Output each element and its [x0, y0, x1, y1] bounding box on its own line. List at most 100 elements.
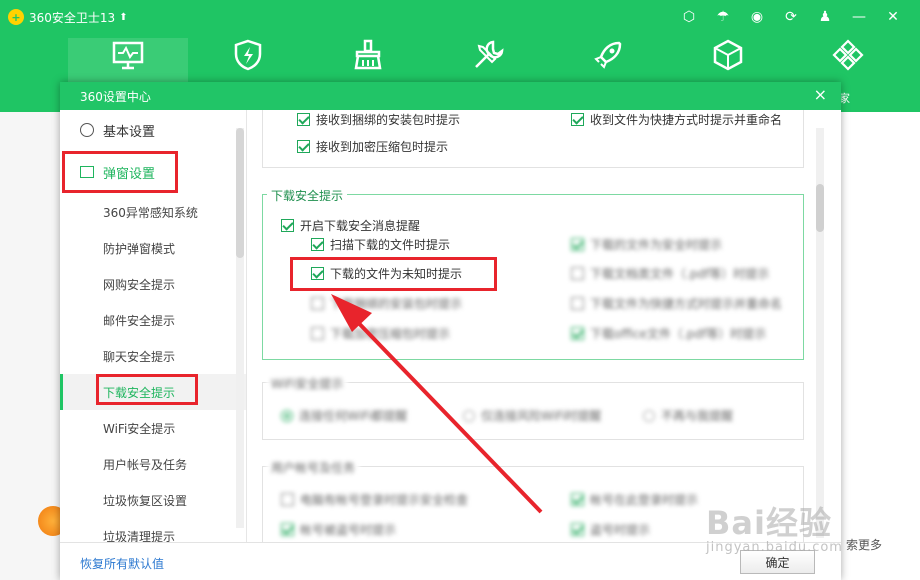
highlight-unknown-file-option — [290, 257, 497, 291]
sidebar-item-mail[interactable]: 邮件安全提示 — [60, 302, 246, 338]
checkbox[interactable] — [297, 113, 310, 126]
sidebar-scroll-thumb[interactable] — [236, 128, 244, 258]
app-title-bar: + 360安全卫士13 ⬆ — [8, 6, 128, 28]
option-bundled-installer[interactable]: 下载捆绑的安装包时提示 — [311, 295, 462, 312]
baidu-watermark: Bai经验 — [706, 504, 832, 542]
checkbox[interactable] — [571, 113, 584, 126]
browser-icon[interactable]: ◉ — [740, 6, 774, 28]
checkbox[interactable] — [297, 140, 310, 153]
sidebar-item-wifi[interactable]: WiFi安全提示 — [60, 410, 246, 446]
group-chat-prev: 接收到捆绑的安装包时提示 收到文件为快捷方式时提示并重命名 接收到加密压缩包时提… — [262, 110, 804, 168]
umbrella-icon[interactable]: ☂ — [706, 6, 740, 28]
main-nav — [68, 38, 908, 82]
option-row[interactable]: 接收到捆绑的安装包时提示 — [297, 111, 460, 128]
checkbox[interactable] — [571, 523, 584, 536]
settings-content: 接收到捆绑的安装包时提示 收到文件为快捷方式时提示并重命名 接收到加密压缩包时提… — [248, 110, 841, 542]
dialog-close-icon[interactable]: × — [814, 85, 827, 104]
tools-icon — [475, 40, 504, 68]
option-encrypted-archive[interactable]: 下载加密压缩包时提示 — [311, 325, 450, 342]
checkbox[interactable] — [571, 297, 584, 310]
nav-speedup[interactable] — [548, 38, 668, 82]
highlight-popup-settings — [62, 151, 178, 193]
minimize-icon[interactable]: — — [842, 6, 876, 28]
monitor-icon — [112, 41, 144, 70]
nav-software[interactable] — [668, 38, 788, 82]
sidebar-item-recycle[interactable]: 垃圾恢复区设置 — [60, 482, 246, 518]
sidebar-basic-settings[interactable]: 基本设置 — [60, 110, 246, 150]
shield-bolt-icon — [234, 39, 262, 71]
option-label: 开启下载安全消息提醒 — [300, 219, 421, 233]
nav-trojan-scan[interactable] — [188, 38, 308, 82]
sidebar-item-chat[interactable]: 聊天安全提示 — [60, 338, 246, 374]
checkbox[interactable] — [281, 523, 294, 536]
option-account-right-2[interactable]: 盗号时提示 — [571, 521, 650, 538]
group-legend: 用户帐号及任务 — [267, 459, 360, 476]
close-icon[interactable]: ✕ — [876, 6, 910, 28]
title-icons: ⬡ ☂ ◉ ⟳ ♟ — ✕ — [672, 6, 910, 28]
sidebar-scrollbar[interactable] — [236, 128, 244, 528]
option-row[interactable]: 接收到加密压缩包时提示 — [297, 138, 448, 155]
skin-icon[interactable]: ♟ — [808, 6, 842, 28]
option-account-left-1[interactable]: 电脑有帐号登录时提示安全检查 — [281, 491, 468, 508]
checkbox[interactable] — [571, 238, 584, 251]
bg-more-link: 索更多 — [845, 538, 882, 552]
option-label: 下载文件为快捷方式时提示并重命名 — [590, 297, 783, 311]
option-label: 下载的文件为安全时提示 — [590, 238, 723, 252]
nav-repair[interactable] — [428, 38, 548, 82]
sidebar-item-account[interactable]: 用户帐号及任务 — [60, 446, 246, 482]
option-label: 盗号时提示 — [590, 523, 651, 537]
option-safe-file[interactable]: 下载的文件为安全时提示 — [571, 236, 722, 253]
content-scrollbar[interactable] — [816, 128, 824, 538]
radio-wifi-risky[interactable]: 仅连接风险WiFi时提醒 — [463, 407, 601, 424]
checkbox[interactable] — [281, 219, 294, 232]
radio-button[interactable] — [643, 409, 655, 422]
checkbox[interactable] — [281, 493, 294, 506]
option-label: 电脑有帐号登录时提示安全检查 — [300, 493, 469, 507]
shield-badge-icon[interactable]: ⬡ — [672, 6, 706, 28]
group-wifi: WiFi安全提示 连接任何WiFi都提醒 仅连接风险WiFi时提醒 不再与我提醒 — [262, 375, 804, 440]
app-logo-icon: + — [8, 9, 24, 25]
rocket-icon — [594, 41, 622, 69]
option-shortcut-file[interactable]: 下载文件为快捷方式时提示并重命名 — [571, 295, 782, 312]
content-scroll-thumb[interactable] — [816, 184, 824, 232]
upgrade-arrow-icon[interactable]: ⬆ — [119, 12, 127, 23]
option-office-file[interactable]: 下载office文件（.pdf等）时提示 — [571, 325, 766, 342]
sidebar-item-shopping[interactable]: 网购安全提示 — [60, 266, 246, 302]
restore-defaults-link[interactable]: 恢复所有默认值 — [80, 555, 164, 572]
nav-computer-checkup[interactable] — [68, 38, 188, 82]
checkbox[interactable] — [311, 327, 324, 340]
sidebar-item-popup-mode[interactable]: 防护弹窗模式 — [60, 230, 246, 266]
radio-button[interactable] — [463, 409, 475, 422]
option-row[interactable]: 收到文件为快捷方式时提示并重命名 — [571, 111, 782, 128]
settings-icon[interactable]: ⟳ — [774, 6, 808, 28]
option-label: 仅连接风险WiFi时提醒 — [481, 409, 602, 423]
highlight-download-item — [96, 374, 198, 405]
option-label: 接收到加密压缩包时提示 — [316, 140, 449, 154]
checkbox[interactable] — [311, 238, 324, 251]
cube-icon — [713, 39, 743, 71]
sidebar-label: 基本设置 — [103, 124, 156, 140]
radio-button[interactable] — [281, 409, 293, 422]
nav-more-features[interactable] — [788, 38, 908, 82]
option-document-file[interactable]: 下载文档类文件（.pdf等）时提示 — [571, 265, 769, 282]
option-account-right-1[interactable]: 帐号在此登录时提示 — [571, 491, 698, 508]
broom-icon — [354, 39, 382, 70]
checkbox[interactable] — [571, 327, 584, 340]
radio-wifi-all[interactable]: 连接任何WiFi都提醒 — [281, 407, 407, 424]
checkbox[interactable] — [571, 493, 584, 506]
app-title: 360安全卫士13 — [29, 10, 116, 25]
checkbox[interactable] — [311, 297, 324, 310]
dialog-title: 360设置中心 — [80, 89, 151, 104]
option-label: 接收到捆绑的安装包时提示 — [316, 113, 461, 127]
checkbox[interactable] — [571, 267, 584, 280]
option-label: 下载加密压缩包时提示 — [330, 327, 451, 341]
option-label: 下载文档类文件（.pdf等）时提示 — [590, 267, 770, 281]
option-scan-download[interactable]: 扫描下载的文件时提示 — [311, 236, 450, 253]
option-label: 不再与我提醒 — [661, 409, 734, 423]
radio-wifi-never[interactable]: 不再与我提醒 — [643, 407, 733, 424]
option-account-left-2[interactable]: 帐号被盗号时提示 — [281, 521, 396, 538]
option-master-download[interactable]: 开启下载安全消息提醒 — [281, 217, 420, 234]
sidebar-item-anomaly-sensing[interactable]: 360异常感知系统 — [60, 194, 246, 230]
nav-cleanup[interactable] — [308, 38, 428, 82]
group-legend: WiFi安全提示 — [267, 375, 348, 392]
